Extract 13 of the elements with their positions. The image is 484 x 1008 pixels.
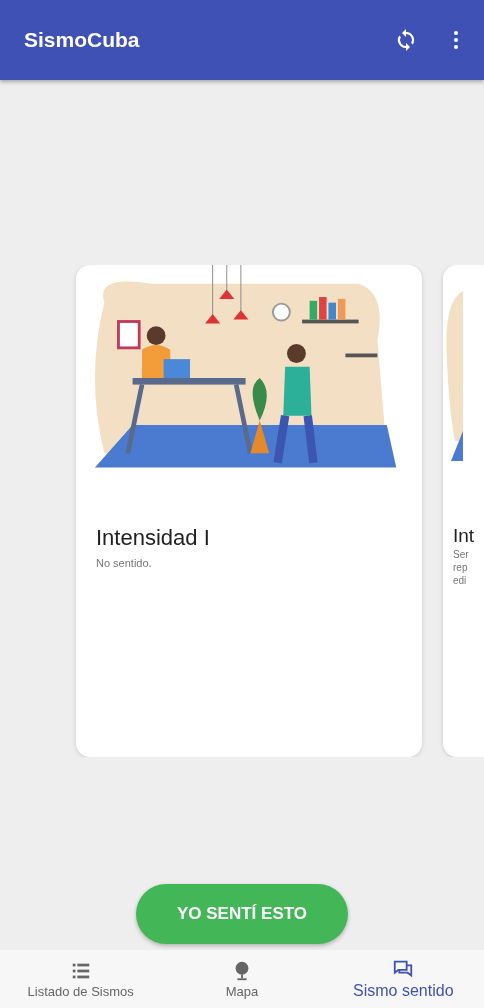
nav-tab[interactable]: Mapa bbox=[161, 950, 323, 1008]
intensity-title: Int bbox=[453, 525, 476, 547]
intensity-description: rep bbox=[453, 562, 469, 573]
app-title: SismoCuba bbox=[24, 28, 141, 52]
intensity-description: Ser bbox=[453, 549, 470, 560]
intensity-description: edi bbox=[453, 575, 468, 586]
nav-tab[interactable]: Sismo sentido bbox=[322, 950, 484, 1008]
intensity-card[interactable]: Intensidad I No sentido. bbox=[76, 265, 422, 757]
chat-bubbles-icon bbox=[392, 958, 415, 980]
intensity-card[interactable]: Int Ser rep edi bbox=[443, 265, 484, 757]
intensity-title: Intensidad I bbox=[96, 525, 211, 551]
nav-tab[interactable]: Listado de Sismos bbox=[0, 950, 162, 1008]
intensity-description: No sentido. bbox=[96, 557, 153, 569]
